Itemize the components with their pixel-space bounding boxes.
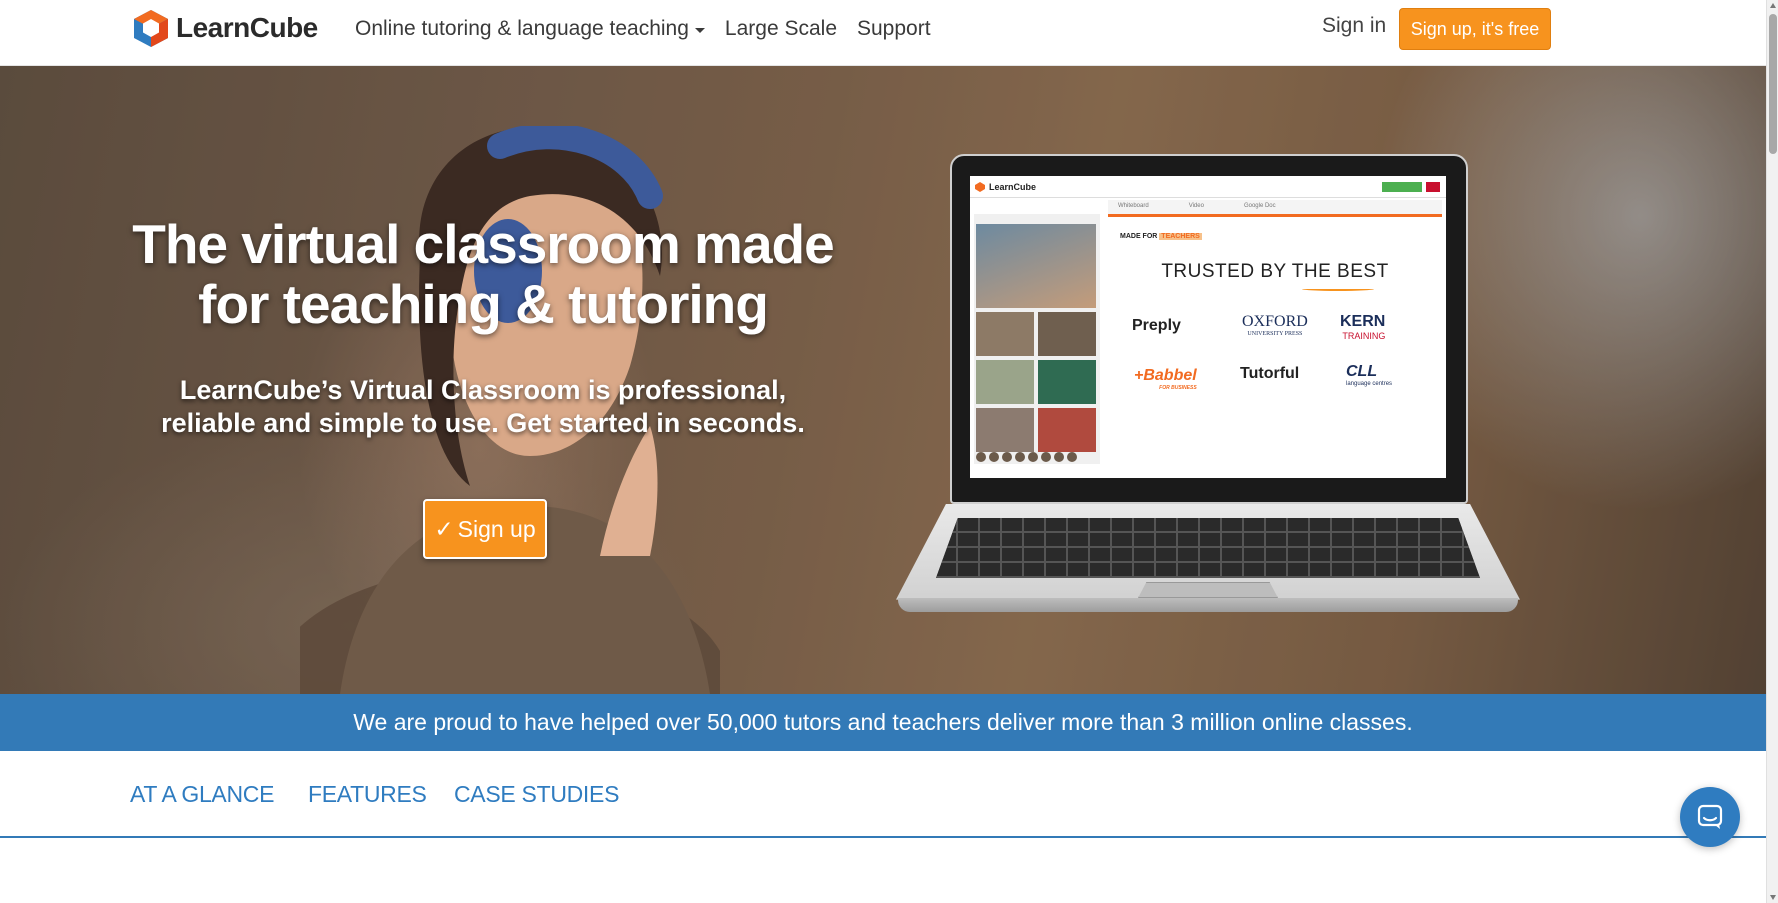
video-tile: [976, 360, 1034, 404]
brand-cll: CLL language centres: [1346, 363, 1393, 387]
screen-video-panel: [974, 214, 1100, 464]
scroll-up-arrow-icon[interactable]: [1769, 2, 1777, 10]
stats-text: We are proud to have helped over 50,000 …: [353, 709, 1413, 735]
screen-tabs: Whiteboard Video Google Doc: [1108, 200, 1442, 214]
section-tabs: AT A GLANCE FEATURES CASE STUDIES: [0, 751, 1766, 838]
video-tile: [1038, 312, 1096, 356]
hero-title: The virtual classroom made for teaching …: [132, 213, 835, 335]
video-tile: [976, 408, 1034, 452]
hero-signup-label: Sign up: [457, 515, 536, 542]
laptop-touchpad: [1138, 582, 1278, 598]
nav-large-scale[interactable]: Large Scale: [725, 14, 837, 44]
brand-babbel: +Babbel FOR BUSINESS: [1134, 367, 1197, 391]
sign-in-link[interactable]: Sign in: [1322, 14, 1386, 38]
main-nav: Online tutoring & language teaching Larg…: [355, 14, 931, 44]
brand-tutorful: Tutorful: [1240, 365, 1300, 382]
logo-link[interactable]: LearnCube: [132, 6, 318, 50]
signup-free-button[interactable]: Sign up, it's free: [1399, 8, 1551, 50]
video-tile: [976, 312, 1034, 356]
scrollbar-thumb[interactable]: [1769, 14, 1777, 154]
stats-banner: We are proud to have helped over 50,000 …: [0, 694, 1766, 751]
learncube-cube-icon: [134, 10, 168, 47]
nav-online-tutoring-label: Online tutoring & language teaching: [355, 17, 689, 40]
participant-thumbnails: [976, 452, 1077, 462]
screen-tab-whiteboard: Whiteboard: [1118, 203, 1149, 209]
laptop-lid: LearnCube Whiteboard Video Google Doc MA…: [950, 154, 1468, 504]
logo-text: LearnCube: [176, 12, 318, 43]
checkmark-icon: ✓: [434, 515, 454, 542]
laptop-screen: LearnCube Whiteboard Video Google Doc MA…: [970, 176, 1446, 478]
page-scrollbar[interactable]: [1766, 0, 1778, 903]
chevron-down-icon: [694, 28, 705, 33]
learncube-cube-icon: [975, 181, 985, 192]
brand-preply: Preply: [1132, 317, 1181, 334]
screen-app-name: LearnCube: [989, 181, 1037, 192]
chat-bubble-icon: [1697, 804, 1723, 829]
screen-whiteboard: MADE FOR TEACHERS TRUSTED BY THE BEST Pr…: [1108, 214, 1442, 464]
brand-kern: KERN TRAINING: [1340, 313, 1386, 341]
laptop-keyboard: [936, 518, 1480, 578]
nav-online-tutoring-dropdown[interactable]: Online tutoring & language teaching: [355, 14, 705, 44]
hero-section: The virtual classroom made for teaching …: [0, 66, 1766, 694]
tab-features[interactable]: FEATURES: [308, 781, 427, 808]
trusted-by-heading: TRUSTED BY THE BEST: [1161, 261, 1389, 282]
made-for-teachers-tag: MADE FOR TEACHERS: [1120, 233, 1202, 240]
nav-support[interactable]: Support: [857, 14, 931, 44]
chat-launcher-button[interactable]: [1680, 787, 1740, 847]
laptop-base: [888, 498, 1528, 622]
brand-oxford: OXFORD UNIVERSITY PRESS: [1242, 313, 1308, 337]
video-tile: [1038, 360, 1096, 404]
hero-subtitle: LearnCube’s Virtual Classroom is profess…: [161, 375, 805, 438]
tab-at-a-glance[interactable]: AT A GLANCE: [130, 781, 274, 808]
hero-signup-button[interactable]: ✓ Sign up: [423, 499, 547, 559]
video-tile: [1038, 408, 1096, 452]
flag-icon: [1426, 182, 1440, 192]
screen-tab-video: Video: [1188, 203, 1204, 209]
main-video-tile: [976, 224, 1096, 308]
top-navbar: LearnCube Online tutoring & language tea…: [0, 0, 1766, 66]
screen-app-bar: LearnCube: [970, 176, 1446, 198]
laptop-mockup: LearnCube Whiteboard Video Google Doc MA…: [888, 154, 1528, 624]
scroll-down-arrow-icon[interactable]: [1769, 893, 1777, 901]
tab-case-studies[interactable]: CASE STUDIES: [454, 781, 619, 808]
screen-tab-google-doc: Google Doc: [1243, 203, 1276, 209]
screen-status-badge: [1382, 182, 1422, 192]
